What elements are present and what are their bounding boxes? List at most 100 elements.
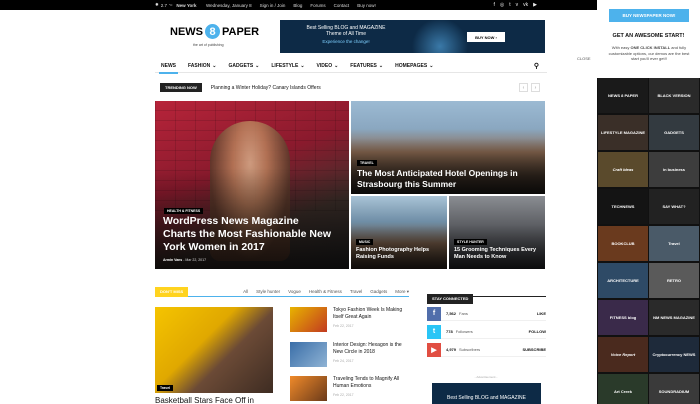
vk-icon[interactable]: vk: [523, 2, 528, 8]
trending-label: TRENDING NOW: [160, 83, 202, 92]
banner-line-3: Experience the change!: [322, 39, 370, 44]
vimeo-icon[interactable]: v: [516, 2, 519, 8]
list-item[interactable]: Interior Design: Hexagon is the New Circ…: [290, 342, 410, 370]
buy-newspaper-button[interactable]: BUY NEWSPAPER NOW!: [609, 9, 689, 22]
facebook-icon[interactable]: f: [493, 2, 494, 8]
nav-item-news[interactable]: NEWS: [155, 59, 182, 74]
like-button[interactable]: LIKE: [537, 311, 546, 316]
panel-heading: GET AN AWESOME START!: [612, 33, 685, 39]
top-links: Wednesday, January 8 Sign in / Join Blog…: [206, 3, 376, 8]
site-logo[interactable]: NEWS 8 PAPER: [170, 24, 259, 39]
header-banner[interactable]: Best Selling BLOG and MAGAZINE Theme of …: [280, 20, 545, 53]
list-item-date: Feb 22, 2017: [333, 393, 354, 397]
banner-buy-button[interactable]: BUY NOW ›: [467, 32, 505, 42]
demo-thumb[interactable]: in business: [649, 152, 699, 187]
sidebar-ad[interactable]: Best Selling BLOG and MAGAZINE: [432, 383, 541, 404]
demo-thumb[interactable]: Voice Report: [598, 337, 648, 372]
demo-thumb[interactable]: GADGETS: [649, 115, 699, 150]
demo-thumb[interactable]: ARCHITECTURE: [598, 263, 648, 298]
featured-main[interactable]: HEALTH & FITNESS WordPress News Magazine…: [155, 101, 349, 269]
demo-thumb[interactable]: NM NEWS MAGAZINE: [649, 300, 699, 335]
tab-style-hunter[interactable]: Style hunter: [256, 289, 280, 295]
nav-item-video[interactable]: VIDEO ⌄: [311, 59, 345, 73]
facebook-icon: f: [427, 306, 441, 321]
subscribe-button[interactable]: SUBSCRIBE: [522, 347, 546, 352]
chevron-left-icon[interactable]: ‹: [519, 83, 528, 92]
demo-thumb[interactable]: TECHNEWS: [598, 189, 648, 224]
dont-miss-header: DON'T MISS All Style hunter Vogue Health…: [155, 286, 409, 297]
category-badge[interactable]: TRAVEL: [357, 160, 377, 166]
social-row-facebook[interactable]: f 7,562 Fans LIKE: [427, 306, 546, 321]
top-link-buy[interactable]: Buy now!: [357, 3, 376, 8]
demo-thumb[interactable]: Art Creek: [598, 374, 648, 404]
category-badge[interactable]: HEALTH & FITNESS: [164, 208, 204, 214]
dont-miss-main-image[interactable]: Travel: [155, 307, 273, 393]
list-item-title[interactable]: Interior Design: Hexagon is the New Circ…: [333, 342, 411, 355]
date: Mar 22, 2017: [185, 258, 207, 262]
trending-headline[interactable]: Planning a Winter Holiday? Canary Island…: [211, 85, 321, 91]
dont-miss-main-title[interactable]: Basketball Stars Face Off in: [155, 396, 254, 404]
twitter-icon[interactable]: t: [509, 2, 510, 8]
category-badge[interactable]: Travel: [157, 385, 174, 391]
nav-label: FASHION: [188, 62, 211, 69]
featured-title[interactable]: Fashion Photography Helps Raising Funds: [356, 247, 444, 261]
top-link-signin[interactable]: Sign in / Join: [260, 3, 286, 8]
nav-label: LIFESTYLE: [271, 62, 299, 69]
list-item[interactable]: Tokyo Fashion Week Is Making Itself Grea…: [290, 307, 410, 335]
tab-more[interactable]: More ▾: [395, 289, 409, 295]
demo-thumb[interactable]: FITNESS blog: [598, 300, 648, 335]
featured-tile-2[interactable]: TRAVEL The Most Anticipated Hotel Openin…: [351, 101, 545, 194]
top-link-forums[interactable]: Forums: [310, 3, 325, 8]
nav-item-gadgets[interactable]: GADGETS ⌄: [222, 59, 265, 73]
nav-label: HOMEPAGES: [395, 62, 428, 69]
social-unit: Followers: [455, 329, 473, 334]
follow-button[interactable]: FOLLOW: [529, 329, 546, 334]
demo-thumb[interactable]: SAY WHAT?: [649, 189, 699, 224]
featured-title[interactable]: WordPress News Magazine Charts the Most …: [163, 215, 333, 254]
demo-thumb[interactable]: SOUNDRADIUM: [649, 374, 699, 404]
demo-thumb[interactable]: Travel: [649, 226, 699, 261]
chevron-right-icon[interactable]: ›: [531, 83, 540, 92]
demo-thumb[interactable]: RETRO: [649, 263, 699, 298]
nav-item-features[interactable]: FEATURES ⌄: [344, 59, 389, 73]
featured-tile-4[interactable]: STYLE HUNTER 15 Grooming Techniques Ever…: [449, 196, 545, 269]
nav-item-lifestyle[interactable]: LIFESTYLE ⌄: [265, 59, 310, 73]
list-item-title[interactable]: Tokyo Fashion Week Is Making Itself Grea…: [333, 307, 411, 320]
demo-thumb[interactable]: LIFESTYLE MAGAZINE: [598, 115, 648, 150]
close-panel-button[interactable]: CLOSE: [575, 55, 593, 62]
list-thumbnail[interactable]: [290, 376, 327, 401]
list-thumbnail[interactable]: [290, 342, 327, 367]
featured-tile-3[interactable]: MUSIC Fashion Photography Helps Raising …: [351, 196, 447, 269]
author[interactable]: Armin Vans: [163, 258, 182, 262]
youtube-icon[interactable]: ▶: [533, 2, 537, 8]
top-link-blog[interactable]: Blog: [293, 3, 302, 8]
temperature-unit: °C: [169, 3, 173, 7]
list-item-title[interactable]: Traveling Tends to Magnify All Human Emo…: [333, 376, 411, 389]
demo-thumb[interactable]: BLACK VERSION: [649, 78, 699, 113]
search-icon[interactable]: ⚲: [534, 62, 539, 70]
nav-item-homepages[interactable]: HOMEPAGES ⌄: [389, 59, 439, 73]
tab-travel[interactable]: Travel: [350, 289, 362, 295]
social-row-twitter[interactable]: t 778 Followers FOLLOW: [427, 324, 546, 339]
instagram-icon[interactable]: ◎: [500, 2, 504, 8]
nav-item-fashion[interactable]: FASHION ⌄: [182, 59, 222, 73]
category-badge[interactable]: MUSIC: [356, 239, 374, 245]
social-row-youtube[interactable]: ▶ 4,979 Subscribers SUBSCRIBE: [427, 342, 546, 357]
demo-thumb[interactable]: Craft Ideas: [598, 152, 648, 187]
top-link-contact[interactable]: Contact: [334, 3, 350, 8]
list-thumbnail[interactable]: [290, 307, 327, 332]
date: Wednesday, January 8: [206, 2, 252, 8]
demo-thumb[interactable]: BOOKCLUB: [598, 226, 648, 261]
banner-line-2: Theme of All Time: [325, 31, 366, 37]
tab-all[interactable]: All: [243, 289, 248, 295]
top-socials: f ◎ t v vk ▶: [493, 2, 537, 8]
list-item[interactable]: Traveling Tends to Magnify All Human Emo…: [290, 376, 410, 404]
featured-title[interactable]: 15 Grooming Techniques Every Man Needs t…: [454, 247, 542, 261]
tab-health-fitness[interactable]: Health & Fitness: [309, 289, 342, 295]
demo-thumb[interactable]: NEWS 8 PAPER: [598, 78, 648, 113]
tab-vogue[interactable]: Vogue: [288, 289, 301, 295]
featured-title[interactable]: The Most Anticipated Hotel Openings in S…: [357, 168, 537, 190]
category-badge[interactable]: STYLE HUNTER: [454, 239, 487, 245]
tab-gadgets[interactable]: Gadgets: [370, 289, 387, 295]
demo-thumb[interactable]: Cryptocurrency NEWS: [649, 337, 699, 372]
